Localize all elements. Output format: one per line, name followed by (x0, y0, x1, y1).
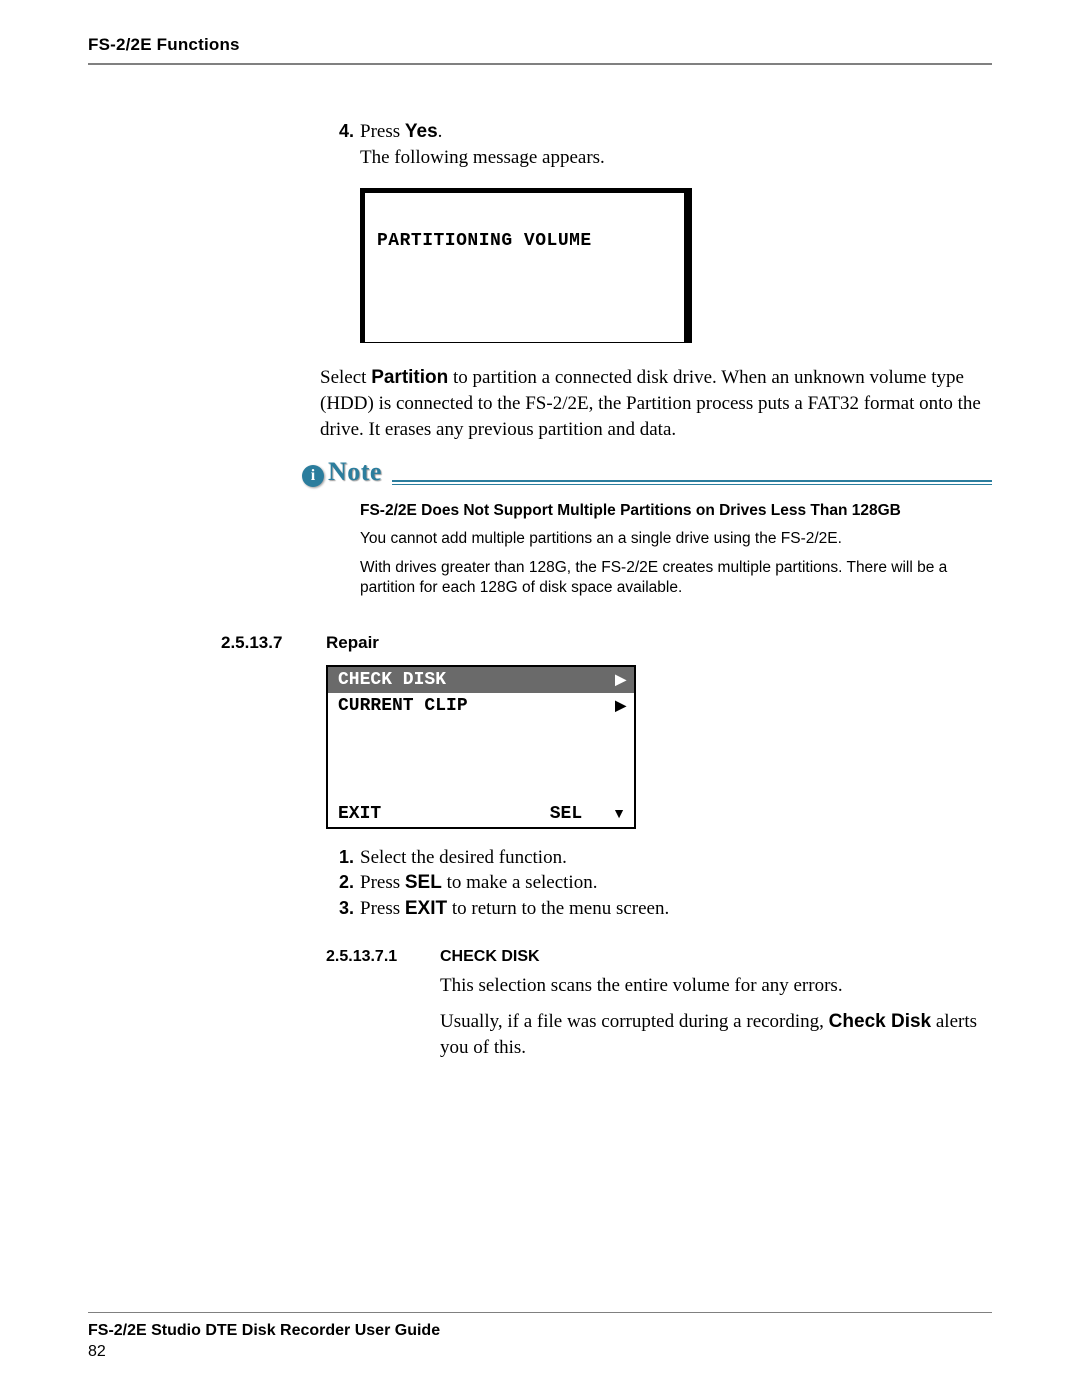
footer-page-number: 82 (88, 1341, 440, 1363)
menu-row-check-disk-label: CHECK DISK (338, 668, 615, 692)
subsubhead-check-disk-title: CHECK DISK (440, 946, 540, 968)
menu-row-current-clip-label: CURRENT CLIP (338, 694, 615, 718)
partition-para-bold: Partition (371, 367, 448, 388)
arrow-right-icon: ▶ (615, 696, 626, 715)
screen-partitioning-volume: PARTITIONING VOLUME (360, 188, 692, 343)
repair-step-2: 2. Press SEL to make a selection. (326, 870, 992, 896)
screen-line-1: PARTITIONING VOLUME (377, 229, 672, 253)
check-disk-p2-prefix: Usually, if a file was corrupted during … (440, 1011, 829, 1032)
partition-paragraph: Select Partition to partition a connecte… (320, 365, 992, 442)
subsubhead-check-disk: 2.5.13.7.1 CHECK DISK (326, 946, 992, 968)
note-label: Note (328, 454, 382, 489)
check-disk-p2-bold: Check Disk (829, 1011, 931, 1032)
step-4-text-suffix: . (438, 121, 443, 142)
repair-step-2-prefix: Press (360, 872, 405, 893)
footer-title: FS-2/2E Studio DTE Disk Recorder User Gu… (88, 1320, 440, 1342)
step-4-following: The following message appears. (360, 147, 605, 168)
partition-para-prefix: Select (320, 367, 371, 388)
repair-step-1: 1. Select the desired function. (326, 845, 992, 871)
subhead-repair-number: 2.5.13.7 (221, 632, 326, 655)
arrow-right-icon: ▶ (615, 670, 626, 689)
repair-step-2-bold: SEL (405, 872, 442, 893)
check-disk-paragraph-2: Usually, if a file was corrupted during … (440, 1009, 992, 1060)
running-header: FS-2/2E Functions (88, 34, 992, 63)
step-4-number: 4. (326, 119, 354, 143)
repair-step-3-suffix: to return to the menu screen. (447, 898, 669, 919)
subsubhead-check-disk-number: 2.5.13.7.1 (326, 946, 440, 968)
menu-footer-exit: EXIT (338, 802, 550, 826)
page-footer: FS-2/2E Studio DTE Disk Recorder User Gu… (88, 1320, 440, 1363)
check-disk-paragraph-1: This selection scans the entire volume f… (440, 973, 992, 999)
repair-step-2-number: 2. (326, 870, 354, 894)
repair-step-2-suffix: to make a selection. (442, 872, 598, 893)
footer-rule (88, 1312, 992, 1313)
menu-row-check-disk: CHECK DISK ▶ (328, 667, 634, 693)
header-rule (88, 63, 992, 65)
screen-repair-menu: CHECK DISK ▶ CURRENT CLIP ▶ EXIT SEL ▼ (326, 665, 636, 829)
note-paragraph-2: With drives greater than 128G, the FS-2/… (360, 558, 992, 598)
arrow-down-icon: ▼ (612, 804, 626, 823)
menu-footer-sel: SEL (550, 802, 582, 826)
subhead-repair-title: Repair (326, 632, 379, 655)
menu-row-current-clip: CURRENT CLIP ▶ (328, 693, 634, 719)
repair-step-3-prefix: Press (360, 898, 405, 919)
repair-step-1-text: Select the desired function. (360, 845, 992, 871)
note-paragraph-1: You cannot add multiple partitions an a … (360, 529, 992, 549)
step-4-text-bold: Yes (405, 121, 438, 142)
note-heading: FS-2/2E Does Not Support Multiple Partit… (360, 501, 992, 521)
repair-step-3-number: 3. (326, 896, 354, 920)
repair-step-3-bold: EXIT (405, 898, 447, 919)
repair-step-3: 3. Press EXIT to return to the menu scre… (326, 896, 992, 922)
step-4: 4. Press Yes. The following message appe… (326, 119, 992, 170)
note-rule (392, 480, 992, 485)
note-callout: i Note FS-2/2E Does Not Support Multiple… (302, 454, 992, 598)
repair-step-1-number: 1. (326, 845, 354, 869)
subhead-repair: 2.5.13.7 Repair (221, 632, 992, 655)
step-4-text-prefix: Press (360, 121, 405, 142)
info-icon: i (302, 465, 324, 487)
menu-footer-row: EXIT SEL ▼ (328, 801, 634, 827)
